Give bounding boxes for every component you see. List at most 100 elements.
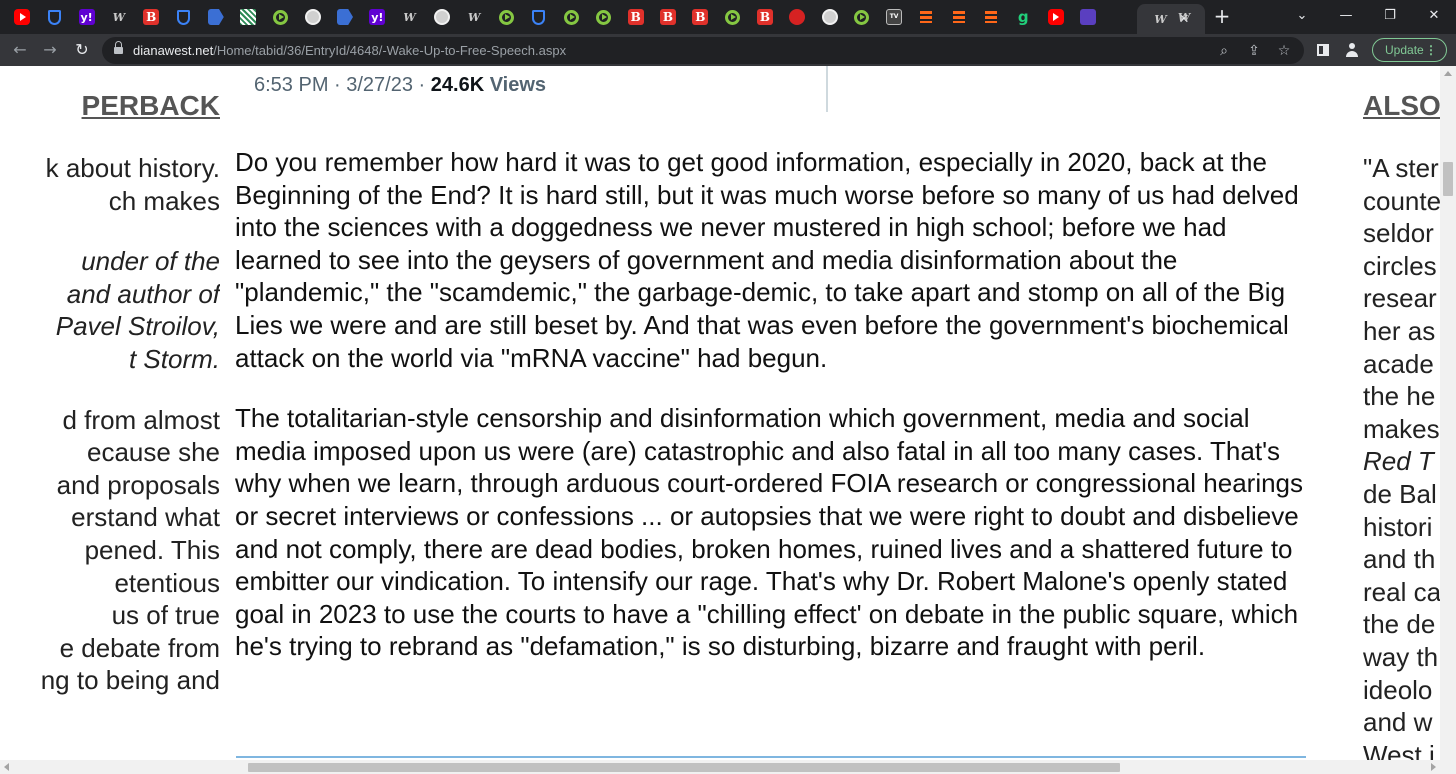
sidebar-text-line: e debate from bbox=[59, 632, 220, 663]
tab[interactable]: B bbox=[749, 6, 781, 28]
scroll-right-arrow-icon[interactable] bbox=[1431, 763, 1436, 771]
sidebar-text-line: West i bbox=[1363, 739, 1435, 760]
ww-icon: W bbox=[1154, 12, 1167, 26]
youtube-icon bbox=[14, 9, 30, 25]
tab[interactable] bbox=[975, 6, 1007, 28]
sidebar-text-line: the he bbox=[1363, 381, 1436, 412]
tab[interactable]: W bbox=[394, 6, 426, 28]
pattern-icon bbox=[240, 9, 257, 25]
tab[interactable] bbox=[38, 6, 70, 28]
bookmark-star-icon[interactable]: ☆ bbox=[1274, 41, 1294, 61]
share-icon[interactable]: ⇪ bbox=[1244, 41, 1264, 61]
address-bar[interactable]: dianawest.net/Home/tabid/36/EntryId/4648… bbox=[102, 37, 1304, 64]
yahoo-icon: y! bbox=[369, 9, 386, 25]
tab[interactable]: B bbox=[652, 6, 684, 28]
tab[interactable] bbox=[168, 6, 200, 28]
sidebar-text-line: de Bal bbox=[1363, 478, 1437, 509]
sidebar-text-line: erstand what bbox=[71, 502, 220, 533]
tab[interactable] bbox=[232, 6, 264, 28]
right-sidebar-heading[interactable]: ALSO bbox=[1363, 90, 1440, 122]
left-sidebar-heading[interactable]: PERBACK bbox=[0, 90, 220, 122]
youtube-icon bbox=[1047, 9, 1064, 25]
tab[interactable] bbox=[943, 6, 975, 28]
tab[interactable] bbox=[587, 6, 619, 28]
avatar-icon bbox=[1345, 43, 1359, 57]
right-sidebar: ALSO "A ster counte seldor circles resear her… bbox=[1363, 90, 1440, 760]
tab[interactable] bbox=[555, 6, 587, 28]
horizontal-scrollbar[interactable] bbox=[0, 760, 1456, 774]
scroll-left-arrow-icon[interactable] bbox=[4, 763, 9, 771]
tab[interactable] bbox=[1072, 6, 1104, 28]
tab[interactable] bbox=[491, 6, 523, 28]
tab[interactable] bbox=[846, 6, 878, 28]
restore-button[interactable]: ❐ bbox=[1368, 4, 1412, 28]
side-panel-button[interactable] bbox=[1311, 38, 1335, 62]
tweet-views-label: Views bbox=[484, 74, 547, 96]
tab[interactable] bbox=[717, 6, 749, 28]
forward-button[interactable]: → bbox=[38, 38, 62, 62]
tab[interactable]: y! bbox=[71, 6, 103, 28]
sidebar-text-line: acade bbox=[1363, 348, 1434, 379]
tab[interactable] bbox=[523, 6, 555, 28]
sidebar-text-line: and w bbox=[1363, 707, 1433, 738]
zoom-icon[interactable]: ⌕ bbox=[1214, 41, 1234, 61]
tab[interactable] bbox=[426, 6, 458, 28]
reload-button[interactable]: ↻ bbox=[70, 38, 94, 62]
tab[interactable]: B bbox=[684, 6, 716, 28]
tab[interactable] bbox=[264, 6, 296, 28]
new-tab-button[interactable]: + bbox=[1211, 5, 1233, 27]
tab[interactable] bbox=[814, 6, 846, 28]
tab[interactable]: W bbox=[458, 6, 490, 28]
shield-icon bbox=[177, 9, 190, 25]
sidebar-text-line: and th bbox=[1363, 544, 1436, 575]
tab[interactable] bbox=[297, 6, 329, 28]
tab[interactable]: B bbox=[135, 6, 167, 28]
sidebar-text-line: histori bbox=[1363, 511, 1433, 542]
tab[interactable]: B bbox=[620, 6, 652, 28]
lock-icon[interactable] bbox=[114, 41, 123, 55]
back-button[interactable]: ← bbox=[8, 38, 32, 62]
rumble-icon bbox=[854, 9, 870, 25]
rumble-icon bbox=[499, 9, 514, 25]
sidebar-text-line: etentious bbox=[114, 567, 220, 598]
left-sidebar: PERBACK k about history. ch makes under o… bbox=[0, 90, 220, 697]
tweet-meta: 6:53 PM · 3/27/23 · 24.6K Views bbox=[254, 74, 546, 97]
tab-search-dropdown-icon[interactable]: ⌄ bbox=[1280, 4, 1324, 28]
globe-icon bbox=[821, 9, 838, 25]
minimize-button[interactable]: — bbox=[1324, 4, 1368, 28]
tab[interactable]: W bbox=[1168, 6, 1200, 28]
tab[interactable]: y! bbox=[361, 6, 393, 28]
sidebar-text-line: makes bbox=[1363, 413, 1440, 444]
tab[interactable] bbox=[1040, 6, 1072, 28]
profile-button[interactable] bbox=[1340, 38, 1364, 62]
article-paragraph: Do you remember how hard it was to get g… bbox=[235, 147, 1299, 373]
update-button[interactable]: Update ⋮ bbox=[1372, 38, 1447, 62]
tab[interactable]: TV bbox=[878, 6, 910, 28]
url-text[interactable]: dianawest.net/Home/tabid/36/EntryId/4648… bbox=[133, 43, 566, 58]
sidebar-text-line: way th bbox=[1363, 641, 1439, 672]
sidebar-text-line: Pavel Stroilov, bbox=[55, 311, 220, 342]
globe-icon bbox=[433, 9, 450, 25]
sidebar-text-line: counte bbox=[1363, 185, 1440, 216]
sidebar-text-line: circles bbox=[1363, 250, 1437, 281]
breitbart-icon: B bbox=[660, 9, 676, 25]
tv-icon: TV bbox=[886, 9, 903, 25]
tab[interactable] bbox=[781, 6, 813, 28]
horizontal-scrollbar-thumb[interactable] bbox=[248, 763, 1120, 772]
close-window-button[interactable]: ✕ bbox=[1412, 4, 1456, 28]
tab[interactable] bbox=[200, 6, 232, 28]
breitbart-icon: B bbox=[756, 9, 773, 25]
vertical-scrollbar-thumb[interactable] bbox=[1443, 162, 1453, 196]
tab[interactable]: g bbox=[1007, 6, 1039, 28]
breitbart-icon: B bbox=[627, 9, 644, 25]
right-sidebar-text: "A ster counte seldor circles resear her as ac… bbox=[1363, 152, 1440, 760]
tweet-timestamp: 6:53 PM · 3/27/23 · bbox=[254, 74, 431, 96]
tab[interactable] bbox=[329, 6, 361, 28]
shield-icon bbox=[532, 9, 546, 25]
tab[interactable] bbox=[910, 6, 942, 28]
vertical-scrollbar[interactable] bbox=[1440, 66, 1456, 760]
rumble-icon bbox=[595, 9, 611, 25]
scroll-up-arrow-icon[interactable] bbox=[1444, 71, 1452, 76]
tab[interactable]: W bbox=[103, 6, 135, 28]
tab[interactable] bbox=[6, 6, 38, 28]
